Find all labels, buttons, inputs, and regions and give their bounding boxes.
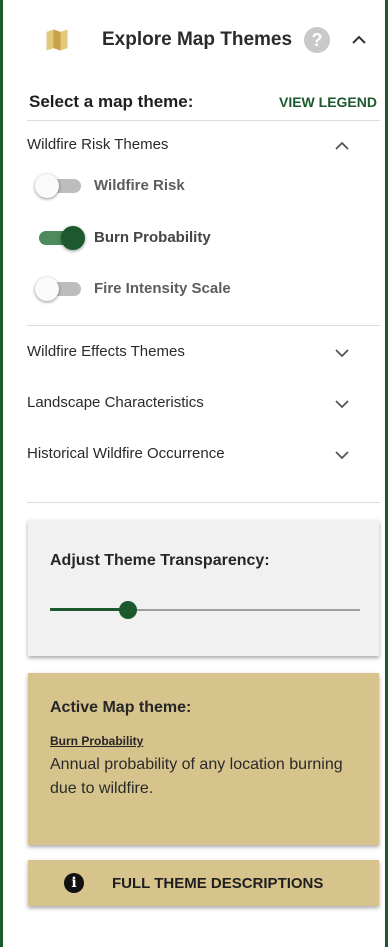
wildfire-risk-toggle[interactable] [35,174,83,198]
divider [27,502,380,503]
transparency-slider[interactable] [50,600,360,620]
chevron-up-icon [335,141,349,150]
slider-thumb[interactable] [118,601,137,619]
active-theme-title: Active Map theme: [50,699,192,716]
section-wildfire-risk[interactable]: Wildfire Risk Themes [3,125,385,165]
section-label: Historical Wildfire Occurrence [27,445,225,462]
info-icon: i [64,873,84,893]
toggle-row-fire-intensity: Fire Intensity Scale [3,267,385,307]
full-theme-descriptions-button[interactable]: i FULL THEME DESCRIPTIONS [28,860,379,906]
slider-fill [50,608,128,611]
section-label: Wildfire Risk Themes [27,136,169,153]
full-theme-descriptions-label: FULL THEME DESCRIPTIONS [112,875,324,892]
section-label: Landscape Characteristics [27,394,204,411]
fire-intensity-toggle[interactable] [35,277,83,301]
toggle-label: Burn Probability [94,229,211,246]
active-theme-name[interactable]: Burn Probability [50,734,143,748]
divider [27,325,380,326]
toggle-label: Wildfire Risk [94,177,185,194]
help-icon[interactable]: ? [304,27,330,53]
map-icon [46,29,68,51]
section-historical-occurrence[interactable]: Historical Wildfire Occurrence [3,434,385,474]
toggle-row-burn-probability: Burn Probability [3,216,385,256]
active-theme-description: Annual probability of any location burni… [50,756,343,797]
select-theme-label: Select a map theme: [29,92,194,111]
view-legend-link[interactable]: VIEW LEGEND [279,94,377,110]
transparency-card: Adjust Theme Transparency: [28,520,379,656]
chevron-down-icon [335,349,349,358]
toggle-label: Fire Intensity Scale [94,280,231,297]
section-landscape-characteristics[interactable]: Landscape Characteristics [3,383,385,423]
chevron-up-icon[interactable] [349,30,369,50]
transparency-title: Adjust Theme Transparency: [50,552,270,569]
divider [27,120,380,121]
chevron-down-icon [335,400,349,409]
panel-header: Explore Map Themes ? [3,0,385,84]
chevron-down-icon [335,451,349,460]
select-theme-row: Select a map theme: VIEW LEGEND [3,84,385,120]
panel-title: Explore Map Themes [102,29,293,50]
burn-probability-toggle[interactable] [35,226,85,250]
section-wildfire-effects[interactable]: Wildfire Effects Themes [3,332,385,372]
active-theme-card: Active Map theme: Burn Probability Annua… [28,673,379,845]
map-themes-panel: Explore Map Themes ? Select a map theme:… [0,0,388,947]
toggle-row-wildfire-risk: Wildfire Risk [3,164,385,204]
section-label: Wildfire Effects Themes [27,343,185,360]
